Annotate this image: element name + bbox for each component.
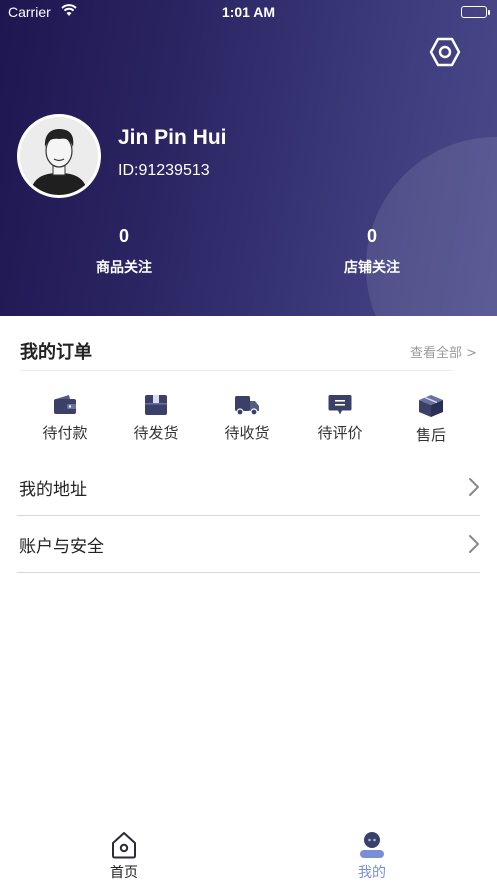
order-after-sales-label: 售后	[415, 426, 446, 444]
cube-box-icon	[419, 395, 443, 417]
user-id: ID:91239513	[118, 162, 210, 179]
order-pending-shipment-label: 待发货	[133, 424, 179, 442]
account-security-label: 账户与安全	[19, 537, 104, 557]
battery-icon	[461, 6, 490, 18]
settings-hexagon-icon	[429, 37, 461, 67]
wallet-icon	[54, 395, 76, 414]
order-pending-payment-label: 待付款	[42, 424, 88, 442]
delivery-truck-icon	[235, 396, 259, 416]
tab-home[interactable]: 首页	[84, 830, 164, 882]
my-address-label: 我的地址	[19, 480, 87, 500]
settings-button[interactable]	[429, 36, 461, 68]
order-pending-review-label: 待评价	[317, 424, 363, 442]
view-all-orders-link[interactable]: 查看全部 >	[410, 342, 477, 361]
followed-shops-stat[interactable]: 0 店铺关注	[292, 226, 452, 277]
tab-mine[interactable]: 我的	[332, 830, 412, 882]
followed-shops-label: 店铺关注	[344, 260, 400, 276]
status-bar: Carrier 1:01 AM	[0, 0, 497, 26]
review-comment-icon	[328, 395, 352, 415]
user-name: Jin Pin Hui	[118, 126, 227, 149]
order-pending-payment[interactable]: 待付款	[30, 394, 100, 443]
followed-products-count: 0	[118, 226, 129, 246]
order-pending-receipt[interactable]: 待收货	[212, 394, 282, 443]
avatar[interactable]	[17, 114, 101, 198]
order-after-sales[interactable]: 售后	[396, 394, 466, 445]
followed-products-label: 商品关注	[96, 260, 152, 276]
orders-section-header: 我的订单 查看全部 >	[0, 326, 497, 372]
tab-home-label: 首页	[110, 865, 138, 881]
divider	[20, 370, 453, 371]
followed-products-stat[interactable]: 0 商品关注	[44, 226, 204, 277]
order-pending-shipment[interactable]: 待发货	[121, 394, 191, 443]
package-box-icon	[145, 395, 167, 415]
order-pending-review[interactable]: 待评价	[305, 394, 375, 443]
followed-shops-count: 0	[366, 226, 377, 246]
tab-mine-label: 我的	[358, 865, 386, 881]
user-avatar-icon	[20, 117, 98, 195]
clock: 1:01 AM	[221, 4, 276, 20]
order-pending-receipt-label: 待收货	[224, 424, 270, 442]
account-security-row[interactable]: 账户与安全	[17, 516, 480, 573]
profile-icon	[360, 832, 384, 858]
profile-header: Carrier 1:01 AM Jin Pin Hui ID:91239513	[0, 0, 497, 316]
chevron-right-icon	[469, 478, 479, 496]
tab-bar: 首页 我的	[0, 828, 497, 883]
home-icon	[112, 832, 136, 859]
orders-title: 我的订单	[20, 342, 92, 363]
my-address-row[interactable]: 我的地址	[17, 459, 480, 516]
chevron-right-icon	[469, 535, 479, 553]
